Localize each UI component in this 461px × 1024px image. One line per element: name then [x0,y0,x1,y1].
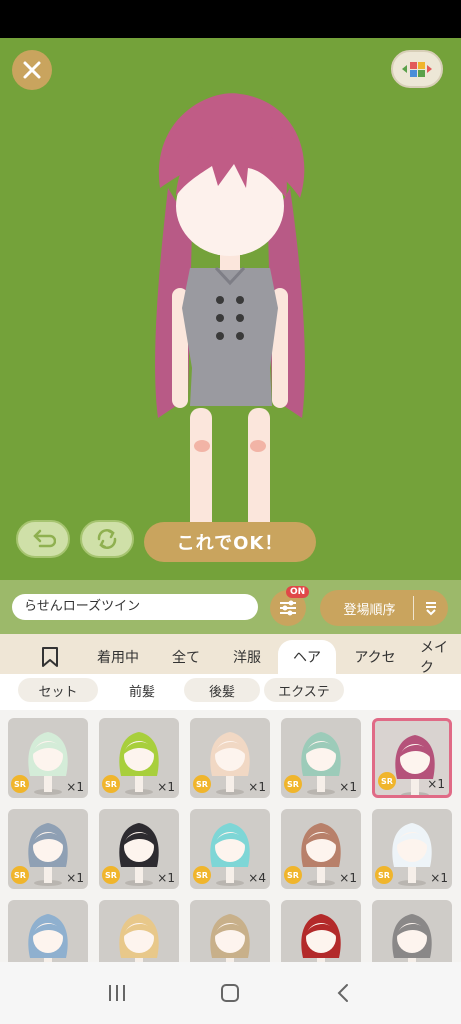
item-card[interactable] [190,900,270,962]
category-tabs: 着用中 全て 洋服 ヘア アクセ メイク [0,634,461,674]
recent-apps-icon[interactable] [106,982,128,1004]
item-card[interactable] [372,900,452,962]
item-quantity: ×1 [66,780,84,794]
undo-icon [33,529,56,548]
item-card[interactable] [8,900,88,962]
item-card[interactable] [281,900,361,962]
back-icon[interactable] [333,982,355,1004]
rarity-badge: SR [193,866,211,884]
item-quantity: ×1 [339,780,357,794]
tab-makeup[interactable]: メイク [420,640,461,674]
refresh-icon [97,529,117,549]
item-quantity: ×1 [427,777,445,791]
item-quantity: ×1 [248,780,266,794]
sort-order-button[interactable]: 登場順序 [320,590,448,626]
confirm-button[interactable]: これでOK！ [144,522,316,562]
home-icon[interactable] [219,982,241,1004]
system-nav-bar [0,962,461,1024]
bookmark-tab[interactable] [30,640,70,674]
filter-on-badge: ON [286,586,310,598]
hair-thumbnail [119,914,159,962]
rarity-badge: SR [11,775,29,793]
item-control-bar: らせんローズツイン ON 登場順序 [0,580,461,634]
item-card[interactable]: SR ×1 [8,718,88,798]
item-quantity: ×4 [248,871,266,885]
item-quantity: ×1 [157,780,175,794]
tab-clothes[interactable]: 洋服 [222,640,272,674]
undo-button[interactable] [16,520,70,558]
avatar-preview [155,93,305,548]
item-quantity: ×1 [66,871,84,885]
item-card[interactable]: SR ×1 [281,718,361,798]
hair-subtabs: セット 前髪 後髪 エクステ [0,674,461,710]
status-bar [0,0,461,38]
rarity-badge: SR [375,866,393,884]
rarity-badge: SR [102,775,120,793]
bookmark-icon [42,647,58,667]
rarity-badge: SR [284,775,302,793]
display-mode-button[interactable] [391,50,443,88]
hair-thumbnail [210,914,250,962]
item-card[interactable]: SR ×1 [190,718,270,798]
item-card[interactable]: SR ×1 [372,718,452,798]
sort-order-label: 登場順序 [343,602,396,618]
item-card[interactable] [99,900,179,962]
rarity-badge: SR [193,775,211,793]
item-quantity: ×1 [157,871,175,885]
hair-thumbnail [28,914,68,962]
hair-thumbnail [392,914,432,962]
item-card[interactable]: SR ×1 [372,809,452,889]
hair-thumbnail [301,914,341,962]
item-card[interactable]: SR ×4 [190,809,270,889]
subtab-back-hair[interactable]: 後髪 [184,678,260,702]
item-card[interactable]: SR ×1 [8,809,88,889]
item-card[interactable]: SR ×1 [99,809,179,889]
sort-direction-icon[interactable] [414,600,448,616]
rarity-badge: SR [11,866,29,884]
item-card[interactable]: SR ×1 [281,809,361,889]
grid-view-icon [402,62,432,77]
reset-button[interactable] [80,520,134,558]
item-grid: SR ×1 SR ×1 SR ×1 SR ×1 SR ×1 SR ×1 SR ×1 SR ×4 SR ×1 SR ×1 [0,710,461,962]
item-card[interactable]: SR ×1 [99,718,179,798]
tab-accessories[interactable]: アクセ [344,640,406,674]
subtab-front-hair[interactable]: 前髪 [104,678,180,702]
sliders-icon [280,600,296,616]
item-quantity: ×1 [430,871,448,885]
item-name-field: らせんローズツイン [12,594,258,620]
subtab-set[interactable]: セット [18,678,98,702]
close-icon [23,61,41,79]
tab-hair[interactable]: ヘア [278,640,336,674]
rarity-badge: SR [284,866,302,884]
tab-all[interactable]: 全て [160,640,212,674]
close-button[interactable] [12,50,52,90]
item-quantity: ×1 [339,871,357,885]
subtab-extensions[interactable]: エクステ [264,678,344,702]
preview-stage: これでOK！ [0,38,461,580]
rarity-badge: SR [378,772,396,790]
tab-wearing[interactable]: 着用中 [86,640,150,674]
rarity-badge: SR [102,866,120,884]
